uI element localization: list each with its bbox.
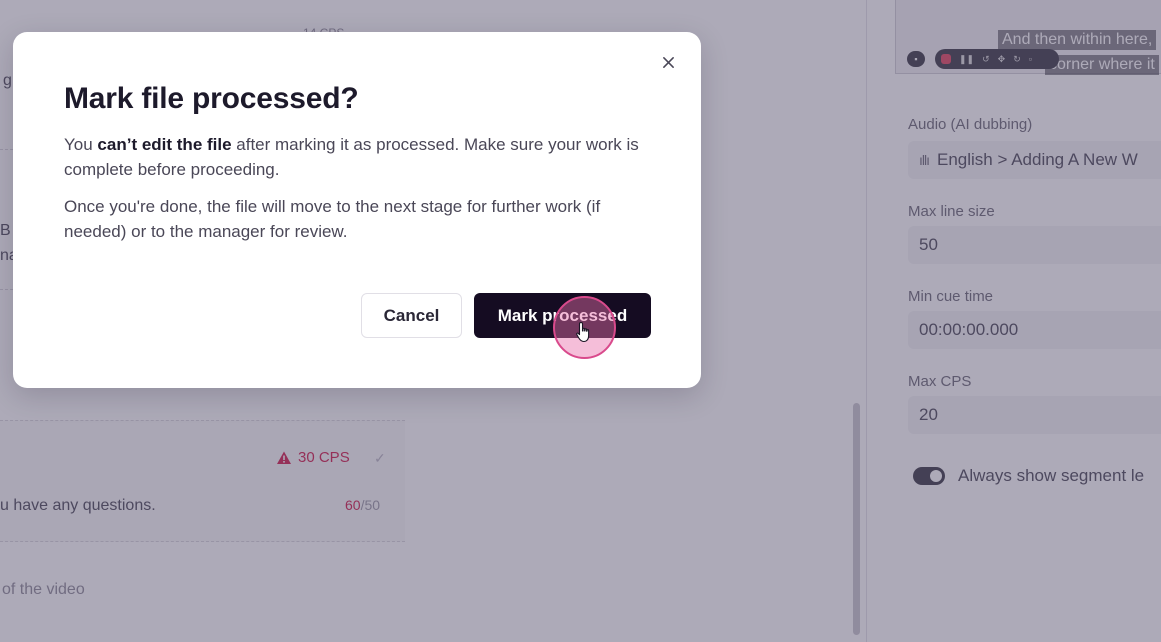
close-icon bbox=[662, 56, 674, 68]
close-button[interactable] bbox=[658, 52, 678, 72]
dialog-message: You can’t edit the file after marking it… bbox=[64, 132, 654, 182]
confirm-dialog: Mark file processed? You can’t edit the … bbox=[13, 32, 701, 388]
dialog-message-prefix: You bbox=[64, 135, 98, 154]
dialog-note: Once you're done, the file will move to … bbox=[64, 197, 601, 241]
dialog-title: Mark file processed? bbox=[64, 82, 359, 115]
dialog-message-emphasis: can’t edit the file bbox=[97, 135, 232, 154]
cancel-button[interactable]: Cancel bbox=[361, 293, 462, 338]
mark-processed-button[interactable]: Mark processed bbox=[474, 293, 651, 338]
